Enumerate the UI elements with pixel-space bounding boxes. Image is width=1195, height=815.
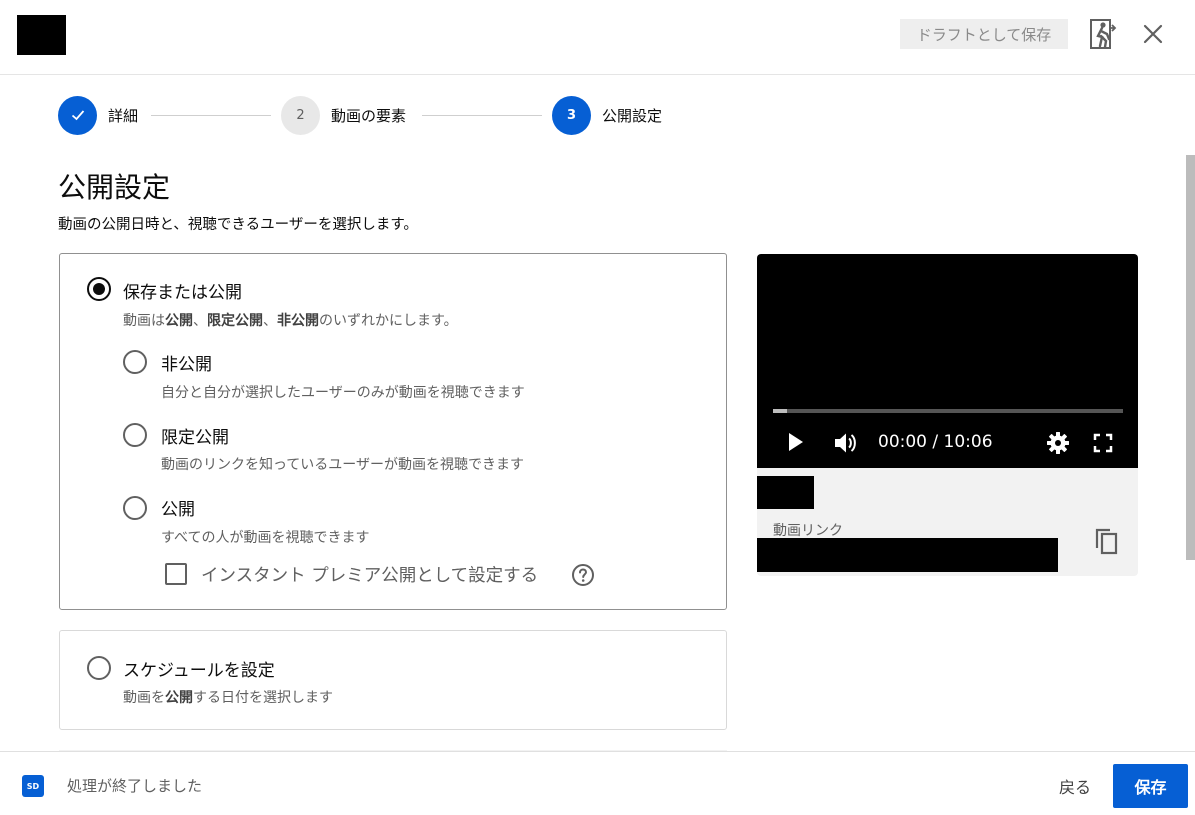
channel-logo [17,15,66,55]
public-title: 公開 [161,500,195,520]
public-desc: すべての人が動画を視聴できます [161,530,370,546]
step-circle-number: 2 [281,95,320,135]
step-circle-number: 3 [552,95,591,135]
step-circle-done [58,95,97,135]
schedule-radio[interactable] [87,656,111,680]
save-or-publish-desc: 動画は公開、限定公開、非公開のいずれかにします。 [123,313,458,329]
schedule-card[interactable]: スケジュールを設定 動画を公開する日付を選択します [59,630,727,730]
unlisted-desc: 動画のリンクを知っているユーザーが動画を視聴できます [161,457,525,473]
step-label: 詳細 [108,106,139,125]
step-label: 公開設定 [602,106,663,125]
step-connector [422,115,542,116]
processing-status: 処理が終了しました [67,777,203,795]
instant-premiere-label[interactable]: インスタント プレミア公開として設定する [201,562,538,587]
header: ドラフトとして保存 [0,0,1195,75]
footer: SD 処理が終了しました 戻る 保存 [0,751,1195,815]
volume-icon[interactable] [832,430,858,456]
progress-bar[interactable] [773,409,1123,413]
page-subtitle: 動画の公開日時と、視聴できるユーザーを選択します。 [58,217,418,233]
save-or-publish-card[interactable]: 保存または公開 動画は公開、限定公開、非公開のいずれかにします。 非公開 自分と… [59,253,727,610]
close-icon[interactable] [1141,22,1165,46]
video-link-label: 動画リンク [773,523,843,539]
step-details[interactable]: 詳細 [58,95,138,135]
private-desc: 自分と自分が選択したユーザーのみが動画を視聴できます [161,385,525,401]
step-connector [151,115,271,116]
instant-premiere-checkbox[interactable] [165,563,187,585]
sd-badge: SD [22,775,44,797]
private-radio[interactable] [123,350,147,374]
private-title: 非公開 [161,355,212,375]
play-icon[interactable] [783,430,807,454]
scrollbar-thumb[interactable] [1186,155,1195,560]
exit-icon[interactable] [1088,18,1118,50]
fullscreen-icon[interactable] [1091,431,1115,455]
gear-icon[interactable] [1046,431,1070,455]
save-or-publish-title: 保存または公開 [123,283,242,303]
schedule-desc: 動画を公開する日付を選択します [123,690,333,706]
redacted-title [757,476,814,509]
video-player[interactable]: 00:00 / 10:06 [757,254,1138,468]
save-or-publish-radio[interactable] [87,277,111,301]
public-radio[interactable] [123,496,147,520]
video-preview-panel: 00:00 / 10:06 動画リンク [757,254,1138,576]
unlisted-radio[interactable] [123,423,147,447]
save-button[interactable]: 保存 [1113,764,1188,808]
check-icon [71,110,84,121]
back-button[interactable]: 戻る [1046,766,1104,806]
copy-icon[interactable] [1093,526,1121,556]
save-as-draft-button[interactable]: ドラフトとして保存 [900,19,1068,49]
page-title: 公開設定 [58,171,171,204]
time-display: 00:00 / 10:06 [878,432,993,452]
help-icon[interactable] [571,563,595,587]
redacted-video-link[interactable] [757,538,1058,572]
stepper: 詳細 2 動画の要素 3 公開設定 [58,95,758,135]
schedule-title: スケジュールを設定 [123,661,275,681]
progress-fill [773,409,787,413]
step-video-elements[interactable]: 2 動画の要素 [281,95,406,135]
step-visibility[interactable]: 3 公開設定 [552,95,662,135]
unlisted-title: 限定公開 [161,428,229,448]
step-label: 動画の要素 [331,106,407,125]
